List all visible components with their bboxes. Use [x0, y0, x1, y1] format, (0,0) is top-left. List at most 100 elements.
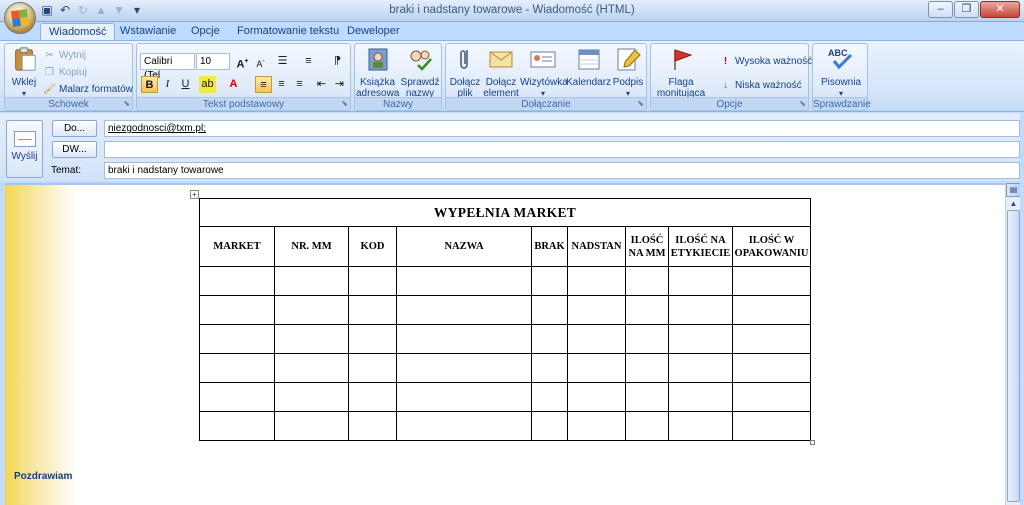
font-size-value: 10 — [200, 56, 212, 67]
address-book-label: Książka adresowa — [356, 77, 400, 99]
follow-up-button[interactable]: Flaga monitująca — [653, 46, 709, 99]
check-names-icon — [410, 50, 432, 71]
tab-opcje[interactable]: Opcje — [183, 23, 228, 40]
market-table[interactable]: WYPEŁNIA MARKET MARKET NR. MM KOD NAZWA … — [199, 198, 811, 441]
table-move-handle-icon[interactable]: + — [190, 190, 199, 199]
table-row[interactable] — [199, 382, 811, 412]
clipboard-icon — [15, 47, 36, 71]
close-button[interactable]: ✕ — [980, 1, 1020, 18]
vertical-scrollbar[interactable]: ▤ ▲ — [1005, 183, 1021, 505]
dialog-launcher-icon[interactable]: ⬊ — [123, 99, 130, 108]
tab-wstawianie[interactable]: Wstawianie — [112, 23, 184, 40]
group-label-names: Nazwy — [355, 97, 441, 110]
cc-field[interactable] — [104, 141, 1020, 158]
table-row[interactable] — [199, 324, 811, 354]
numbering-icon[interactable]: ≡ — [300, 53, 317, 70]
increase-indent-icon[interactable]: ⇥ — [331, 76, 348, 93]
format-painter-label: Malarz formatów — [59, 83, 133, 95]
shrink-font-icon[interactable]: A- — [252, 53, 269, 70]
bullets-icon[interactable]: ☰ — [274, 53, 291, 70]
to-field[interactable]: niezgodnosci@txm.pl; — [104, 120, 1020, 137]
font-size-combo[interactable]: 10 — [196, 53, 230, 70]
send-button[interactable]: Wyślij — [6, 120, 43, 178]
attach-item-button[interactable]: Dołącz element — [482, 46, 520, 99]
tab-wiadomosc[interactable]: Wiadomość — [40, 23, 116, 40]
stationery-strip — [5, 185, 77, 505]
tab-formatowanie-tekstu[interactable]: Formatowanie tekstu — [229, 23, 347, 40]
envelope-icon — [489, 51, 513, 68]
subject-field[interactable]: braki i nadstany towarowe — [104, 162, 1020, 179]
table-row[interactable] — [199, 353, 811, 383]
bold-icon[interactable]: B — [141, 76, 158, 93]
dialog-launcher-icon[interactable]: ⬊ — [637, 99, 644, 108]
decrease-indent-icon[interactable]: ⇤ — [313, 76, 330, 93]
group-clipboard: Wklej ▾ ✂ Wytnij ❐ Kopiuj 🖌 Malarz forma… — [4, 43, 133, 111]
table-header-row: MARKET NR. MM KOD NAZWA BRAK NADSTAN ILO… — [199, 226, 811, 267]
paste-button[interactable]: Wklej ▾ — [7, 46, 41, 99]
check-names-label: Sprawdź nazwy — [400, 77, 440, 99]
dialog-launcher-icon[interactable]: ⬊ — [341, 99, 348, 108]
group-options: Flaga monitująca ! Wysoka ważność ↓ Nisk… — [650, 43, 812, 111]
scroll-thumb[interactable] — [1007, 210, 1020, 502]
styles-icon[interactable]: ⁋ — [329, 53, 346, 70]
font-color-icon[interactable]: A — [225, 76, 242, 93]
calendar-button[interactable]: Kalendarz — [566, 46, 611, 88]
attach-file-button[interactable]: Dołącz plik — [447, 46, 483, 99]
message-body[interactable]: + WYPEŁNIA MARKET MARKET NR. MM KOD NAZW… — [5, 183, 1005, 505]
high-importance-button[interactable]: ! Wysoka ważność — [719, 53, 812, 69]
column-header: NADSTAN — [567, 226, 626, 267]
send-envelope-icon — [13, 131, 36, 147]
cut-button[interactable]: ✂ Wytnij — [43, 47, 86, 63]
business-card-icon — [530, 51, 556, 68]
table-title: WYPEŁNIA MARKET — [199, 198, 811, 227]
ruler-toggle-icon[interactable]: ▤ — [1006, 183, 1021, 197]
minimize-button[interactable]: – — [928, 1, 953, 18]
maximize-button[interactable]: ❐ — [954, 1, 979, 18]
high-importance-label: Wysoka ważność — [735, 55, 813, 67]
low-importance-label: Niska ważność — [735, 79, 802, 91]
send-label: Wyślij — [11, 151, 38, 162]
group-basic-text: Calibri (Tel 10 A+ A- ☰ ≡ ⁋ B I U ab A ≡… — [136, 43, 351, 111]
align-center-icon[interactable]: ≡ — [273, 76, 290, 93]
underline-icon[interactable]: U — [177, 76, 194, 93]
ribbon-tabs: Wiadomość Wstawianie Opcje Formatowanie … — [0, 22, 1024, 40]
group-label-clipboard: Schowek — [5, 97, 132, 110]
group-proofing: ABC Pisownia ▾ Sprawdzanie — [812, 43, 871, 111]
table-row[interactable] — [199, 295, 811, 325]
grow-font-icon[interactable]: A+ — [234, 53, 251, 71]
align-right-icon[interactable]: ≡ — [291, 76, 308, 93]
office-logo-icon — [10, 8, 30, 28]
dialog-launcher-icon[interactable]: ⬊ — [799, 99, 806, 108]
flag-icon — [674, 49, 693, 70]
table-resize-handle[interactable] — [810, 440, 815, 445]
office-button[interactable] — [4, 2, 36, 34]
font-name-combo[interactable]: Calibri (Tel — [140, 53, 195, 81]
italic-icon[interactable]: I — [159, 76, 176, 93]
column-header: NAZWA — [396, 226, 532, 267]
signature-icon — [617, 48, 641, 71]
copy-button[interactable]: ❐ Kopiuj — [43, 64, 87, 80]
business-card-button[interactable]: Wizytówka ▾ — [520, 46, 568, 99]
tab-deweloper[interactable]: Deweloper — [339, 23, 408, 40]
check-names-button[interactable]: Sprawdź nazwy — [399, 46, 441, 99]
subject-label: Temat: — [51, 165, 82, 176]
table-row[interactable] — [199, 266, 811, 296]
format-painter-button[interactable]: 🖌 Malarz formatów — [43, 81, 133, 97]
attach-item-label: Dołącz element — [483, 77, 519, 99]
message-header: Wyślij Do... niezgodnosci@txm.pl; DW... … — [0, 113, 1024, 181]
align-left-icon[interactable]: ≡ — [255, 76, 272, 93]
low-importance-button[interactable]: ↓ Niska ważność — [719, 77, 802, 93]
window-title: braki i nadstany towarowe - Wiadomość (H… — [389, 4, 635, 16]
address-book-button[interactable]: Książka adresowa — [356, 46, 399, 99]
column-header: MARKET — [199, 226, 275, 267]
scroll-up-icon[interactable]: ▲ — [1006, 197, 1021, 210]
highlight-icon[interactable]: ab — [199, 76, 216, 93]
signature-button[interactable]: Podpis ▾ — [611, 46, 645, 99]
column-header: ILOŚĆ W OPAKOWANIU — [732, 226, 811, 267]
to-button[interactable]: Do... — [52, 120, 97, 137]
spelling-button[interactable]: ABC Pisownia ▾ — [816, 46, 866, 99]
table-row[interactable] — [199, 411, 811, 441]
arrow-down-icon: ↓ — [723, 79, 728, 91]
exclamation-icon: ! — [723, 55, 728, 67]
cc-button[interactable]: DW... — [52, 141, 97, 158]
